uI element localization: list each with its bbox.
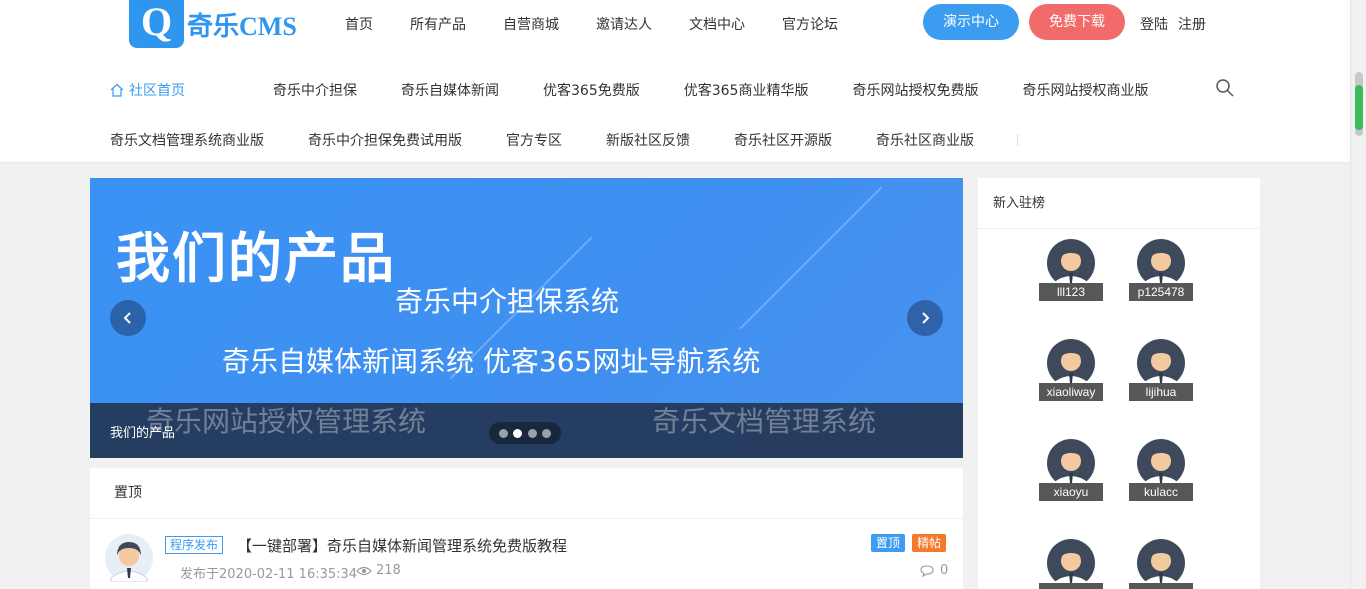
forum-nav-item[interactable]: 奇乐社区商业版 [876,130,974,150]
forum-nav-item[interactable]: 奇乐社区开源版 [734,130,832,150]
forum-nav-item[interactable]: 奇乐中介担保 [273,80,357,100]
forum-nav: 社区首页 奇乐中介担保 奇乐自媒体新闻 优客365免费版 优客365商业精华版 … [0,62,1350,163]
carousel-text-line: 奇乐中介担保系统 [395,285,620,318]
carousel-dot[interactable] [498,428,508,438]
logo-mark: Q [129,0,184,48]
member-name[interactable]: lijihua [1129,383,1193,401]
chevron-left-icon [123,312,131,324]
chevron-right-icon [922,312,930,324]
top-header: Q 奇乐CMS 首页 所有产品 自营商城 邀请达人 文档中心 官方论坛 演示中心… [0,0,1350,62]
member-name[interactable] [1129,583,1193,589]
login-link[interactable]: 登陆 [1140,14,1168,34]
post-title[interactable]: 【一键部署】奇乐自媒体新闻管理系统免费版教程 [237,535,567,556]
nav-home[interactable]: 首页 [345,14,373,34]
carousel-text-line: 奇乐网站授权管理系统 [146,405,427,438]
home-icon [110,83,124,97]
page-scrollbar[interactable] [1350,0,1366,589]
nav-divider [1017,134,1018,146]
post-views: 218 [356,563,401,578]
avatar[interactable] [1137,539,1185,587]
member-name[interactable] [1039,583,1103,589]
post-date: 发布于2020-02-11 16:35:34 [180,567,358,582]
forum-home-link[interactable]: 社区首页 [110,80,229,100]
nav-invite[interactable]: 邀请达人 [596,14,652,34]
carousel-text-line: 奇乐文档管理系统 [652,405,877,438]
member-name[interactable]: lll123 [1039,283,1103,301]
member-name[interactable]: kulacc [1129,483,1193,501]
new-members-heading: 新入驻榜 [978,178,1260,229]
site-logo[interactable]: Q 奇乐CMS [129,0,297,48]
member-name[interactable]: xiaoyu [1039,483,1103,501]
carousel-next-button[interactable] [907,300,943,336]
avatar[interactable] [1137,239,1185,287]
avatar[interactable] [1137,439,1185,487]
avatar[interactable] [1047,239,1095,287]
featured-badge: 精帖 [912,534,947,552]
demo-center-button[interactable]: 演示中心 [923,4,1019,40]
main-nav: 首页 所有产品 自营商城 邀请达人 文档中心 官方论坛 [345,14,875,34]
nav-shop[interactable]: 自营商城 [503,14,559,34]
pinned-panel: 置顶 程序发布 【一键部署】奇乐自媒体新闻管理系统免费版教程 发布于2020-0… [90,468,963,589]
forum-nav-row-1: 社区首页 奇乐中介担保 奇乐自媒体新闻 优客365免费版 优客365商业精华版 … [110,80,1192,100]
carousel-dot[interactable] [542,428,552,438]
scrollbar-indicator [1355,85,1363,130]
forum-nav-item[interactable]: 新版社区反馈 [606,130,690,150]
carousel-text-line: 奇乐自媒体新闻系统 优客365网址导航系统 [222,345,761,378]
avatar[interactable] [1047,339,1095,387]
post-views-count: 218 [376,563,401,578]
carousel-pagination [489,422,561,444]
avatar[interactable] [1137,339,1185,387]
eye-icon [356,566,372,575]
forum-nav-item[interactable]: 奇乐自媒体新闻 [401,80,499,100]
forum-nav-item[interactable]: 优客365商业精华版 [684,80,809,100]
new-members-panel: 新入驻榜 lll123 p125478 xiaoliway lijihua xiaoyu… [978,178,1260,589]
forum-nav-item[interactable]: 优客365免费版 [543,80,640,100]
pinned-badge: 置顶 [871,534,906,552]
member-name[interactable]: xiaoliway [1039,383,1103,401]
nav-products[interactable]: 所有产品 [410,14,466,34]
forum-nav-row-2: 奇乐文档管理系统商业版 奇乐中介担保免费试用版 官方专区 新版社区反馈 奇乐社区… [110,130,1018,150]
carousel-dot[interactable] [527,428,537,438]
free-download-button[interactable]: 免费下载 [1029,4,1125,40]
register-link[interactable]: 注册 [1178,14,1206,34]
post-comments: 0 [920,563,948,578]
forum-home-label: 社区首页 [129,83,185,99]
member-name[interactable]: p125478 [1129,283,1193,301]
carousel-caption: 我们的产品 [110,426,176,441]
nav-docs[interactable]: 文档中心 [689,14,745,34]
carousel-heading: 我们的产品 [116,227,396,290]
pinned-heading: 置顶 [90,468,963,519]
carousel-prev-button[interactable] [110,300,146,336]
post-category-tag[interactable]: 程序发布 [165,536,224,554]
logo-text: 奇乐CMS [187,11,297,41]
post-comments-count: 0 [940,563,949,578]
nav-forum[interactable]: 官方论坛 [782,14,838,34]
search-icon[interactable] [1215,78,1235,98]
comment-icon [920,564,934,577]
forum-nav-item[interactable]: 奇乐中介担保免费试用版 [308,130,462,150]
forum-nav-item[interactable]: 官方专区 [506,130,562,150]
product-carousel[interactable]: 我们的产品 奇乐中介担保系统 奇乐自媒体新闻系统 优客365网址导航系统 奇乐网… [90,178,963,458]
forum-nav-item[interactable]: 奇乐文档管理系统商业版 [110,130,264,150]
forum-nav-item[interactable]: 奇乐网站授权商业版 [1022,80,1148,100]
carousel-dot-active[interactable] [513,428,523,438]
avatar[interactable] [1047,539,1095,587]
forum-nav-item[interactable]: 奇乐网站授权免费版 [852,80,978,100]
avatar[interactable] [105,534,153,582]
avatar[interactable] [1047,439,1095,487]
